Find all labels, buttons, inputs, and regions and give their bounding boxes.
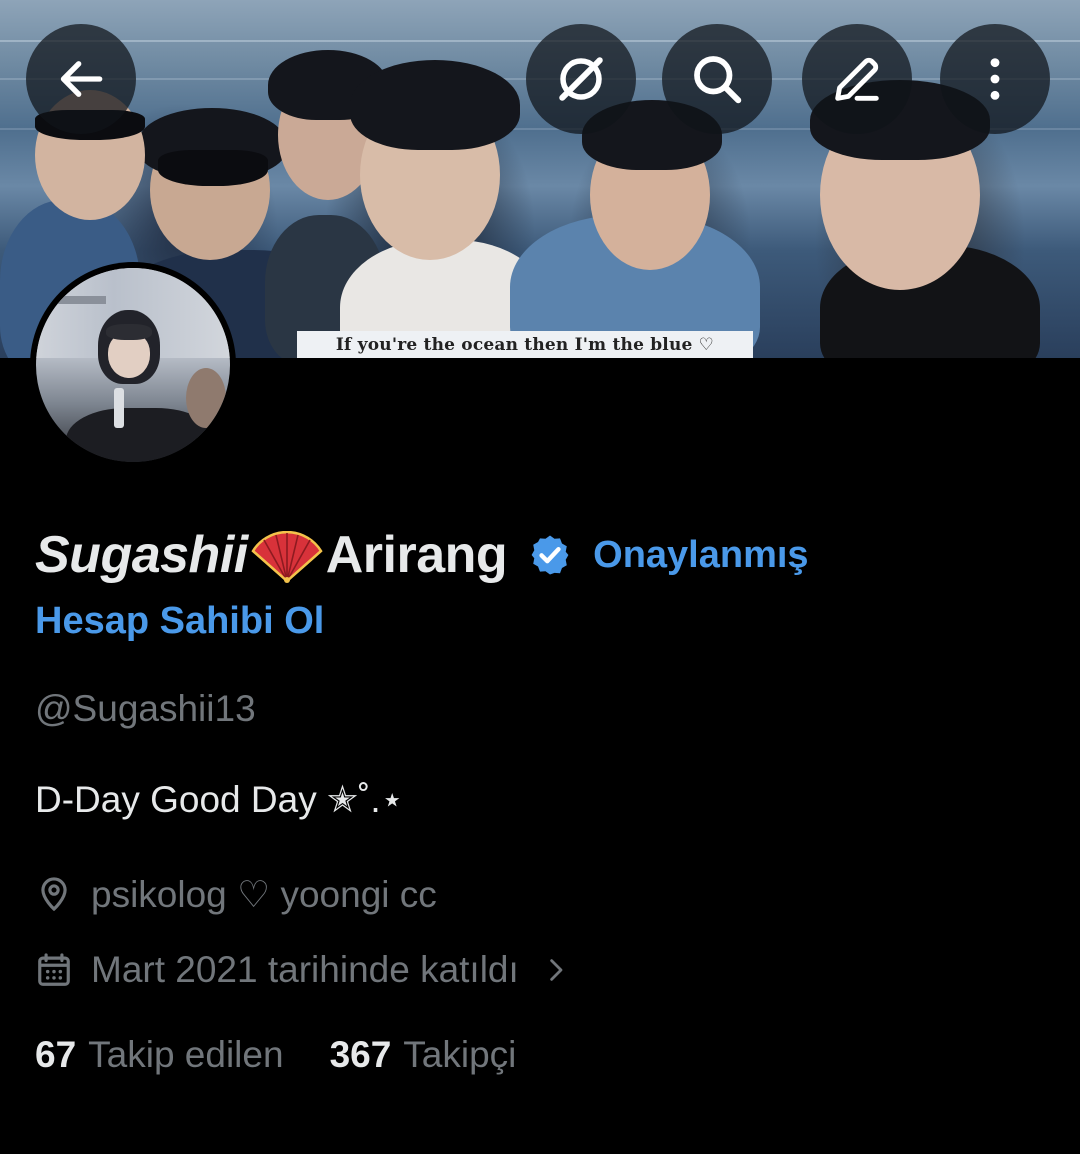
avatar-image [36,268,230,462]
followers-count: 367 [329,1034,392,1075]
more-vertical-icon [990,58,1000,100]
more-button[interactable] [940,24,1050,134]
grok-icon [559,57,603,101]
location-text: psikolog ♡ yoongi cc [91,873,437,915]
avatar[interactable] [30,262,236,468]
calendar-icon [38,953,70,986]
back-button[interactable] [26,24,136,134]
edit-button[interactable] [802,24,912,134]
grok-button[interactable] [526,24,636,134]
joined-row[interactable]: Mart 2021 tarihinde katıldı [35,945,571,995]
following-stat[interactable]: 67 Takip edilen [35,1034,284,1076]
following-label: Takip edilen [88,1034,284,1075]
follow-stats: 67 Takip edilen 367 Takipçi [35,1034,516,1076]
display-name-row: Sugashii Arirang Onaylanmış [35,522,809,588]
arrow-left-icon [60,61,103,97]
location-pin-icon [41,877,67,912]
folding-fan-emoji [251,531,323,584]
profile-bio: D-Day Good Day ✭˚.⋆ [35,779,404,820]
joined-text: Mart 2021 tarihinde katıldı [91,949,519,990]
followers-stat[interactable]: 367 Takipçi [330,1034,517,1076]
profile-page: If you're the ocean then I'm the blue ♡ [0,0,1080,1154]
chevron-right-icon [550,959,563,981]
location-row: psikolog ♡ yoongi cc [35,869,437,919]
display-name-part2: Arirang [325,525,508,584]
verified-badge-icon[interactable] [527,532,573,578]
banner-caption: If you're the ocean then I'm the blue ♡ [297,331,753,358]
pencil-icon [835,57,879,101]
following-count: 67 [35,1034,77,1075]
followers-label: Takipçi [403,1034,517,1075]
search-button[interactable] [662,24,772,134]
display-name-part1: Sugashii [35,525,248,584]
display-name: Sugashii Arirang [35,525,508,585]
search-icon [694,56,742,104]
claim-account-link[interactable]: Hesap Sahibi Ol [35,600,324,643]
username-handle: @Sugashii13 [35,688,256,729]
verified-label[interactable]: Onaylanmış [593,534,808,577]
